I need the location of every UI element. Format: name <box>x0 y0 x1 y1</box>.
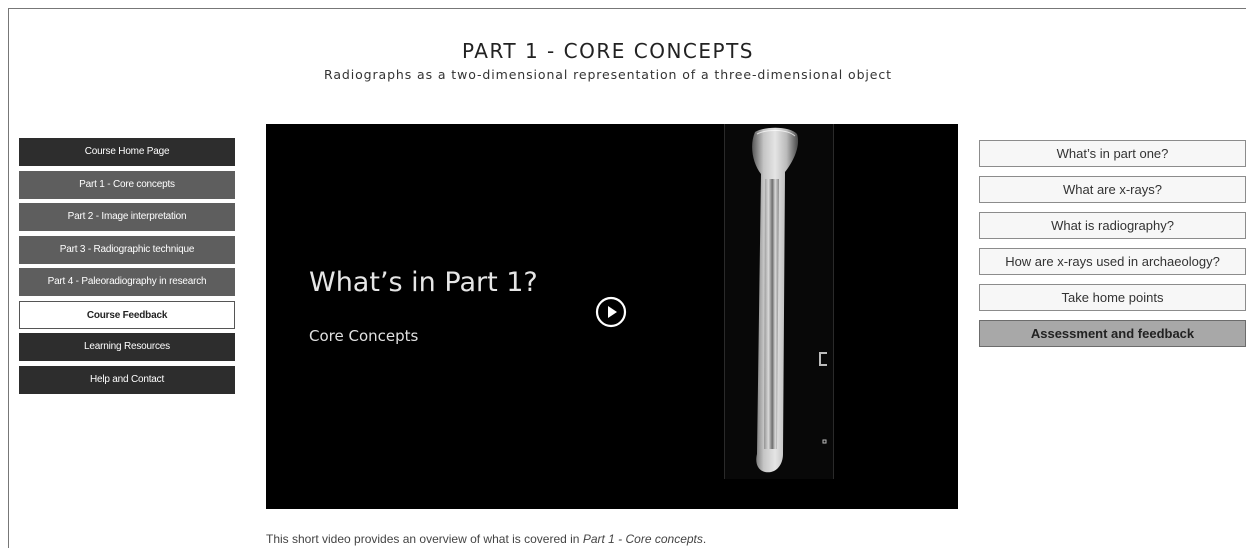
topic-take-home-points-button[interactable]: Take home points <box>979 284 1246 311</box>
nav-part-4-button[interactable]: Part 4 - Paleoradiography in research <box>19 268 235 296</box>
nav-course-home-button[interactable]: Course Home Page <box>19 138 235 166</box>
video-subtitle: Core Concepts <box>309 327 419 345</box>
course-navigation: Course Home Page Part 1 - Core concepts … <box>19 138 235 398</box>
video-title: What’s in Part 1? <box>309 267 538 298</box>
caption-text: This short video provides an overview of… <box>266 532 583 546</box>
topic-what-are-xrays-button[interactable]: What are x-rays? <box>979 176 1246 203</box>
caption-suffix: . <box>702 532 707 546</box>
nav-part-1-button[interactable]: Part 1 - Core concepts <box>19 170 235 199</box>
video-player[interactable]: What’s in Part 1? Core Concepts <box>266 124 958 509</box>
page-subtitle: Radiographs as a two-dimensional represe… <box>324 67 892 82</box>
nav-learning-resources-button[interactable]: Learning Resources <box>19 333 235 361</box>
play-circle-icon[interactable] <box>595 296 627 328</box>
nav-part-2-button[interactable]: Part 2 - Image interpretation <box>19 203 235 231</box>
nav-help-contact-button[interactable]: Help and Contact <box>19 365 235 394</box>
nav-part-3-button[interactable]: Part 3 - Radiographic technique <box>19 235 235 264</box>
part-topics-navigation: What’s in part one? What are x-rays? Wha… <box>979 140 1246 356</box>
video-bottom-edge <box>270 505 958 509</box>
nav-course-feedback-button[interactable]: Course Feedback <box>19 300 235 329</box>
page-title: PART 1 - CORE CONCEPTS <box>462 39 754 63</box>
topic-assessment-feedback-button[interactable]: Assessment and feedback <box>979 320 1246 347</box>
topic-whats-in-part-one-button[interactable]: What’s in part one? <box>979 140 1246 167</box>
topic-what-is-radiography-button[interactable]: What is radiography? <box>979 212 1246 239</box>
page-header: PART 1 - CORE CONCEPTS Radiographs as a … <box>0 38 1216 84</box>
xray-image <box>724 124 834 479</box>
topic-xrays-archaeology-button[interactable]: How are x-rays used in archaeology? <box>979 248 1246 275</box>
video-caption: This short video provides an overview of… <box>266 532 706 546</box>
caption-emphasis: Part 1 - Core concepts <box>582 532 703 546</box>
